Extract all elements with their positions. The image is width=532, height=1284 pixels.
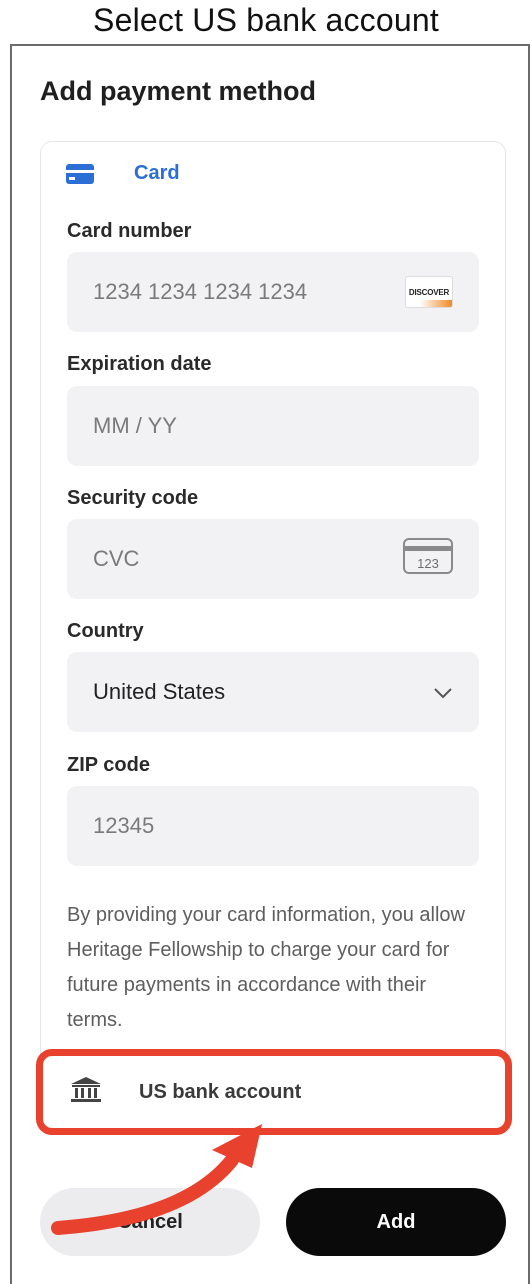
add-button[interactable]: Add <box>286 1188 506 1256</box>
consent-text: By providing your card information, you … <box>67 904 465 1031</box>
us-bank-account-label: US bank account <box>139 1080 302 1103</box>
security-code-input[interactable]: CVC 123 <box>67 519 479 599</box>
expiration-date-label: Expiration date <box>67 353 212 375</box>
tab-card-label: Card <box>134 162 180 184</box>
tab-card[interactable]: Card <box>66 162 180 185</box>
security-code-label: Security code <box>67 487 199 509</box>
tutorial-caption: Select US bank account <box>93 2 439 38</box>
card-number-input[interactable]: 1234 1234 1234 1234 DISCOVER <box>67 252 479 332</box>
card-number-placeholder: 1234 1234 1234 1234 <box>93 279 308 304</box>
zip-code-placeholder: 12345 <box>93 813 155 838</box>
modal-title: Add payment method <box>40 76 317 106</box>
chevron-down-icon <box>433 679 453 705</box>
card-number-label: Card number <box>67 220 192 242</box>
cancel-button[interactable]: Cancel <box>40 1188 260 1256</box>
expiration-date-placeholder: MM / YY <box>93 413 177 438</box>
zip-code-input[interactable]: 12345 <box>67 786 479 866</box>
us-bank-account-option[interactable]: US bank account <box>36 1049 512 1135</box>
cvc-card-icon: 123 <box>403 538 453 580</box>
credit-card-icon <box>66 163 94 184</box>
country-label: Country <box>67 620 144 642</box>
country-select[interactable]: United States <box>67 652 479 732</box>
country-value: United States <box>93 679 226 704</box>
expiration-date-input[interactable]: MM / YY <box>67 386 479 466</box>
zip-code-label: ZIP code <box>67 754 150 776</box>
discover-logo-icon: DISCOVER <box>405 276 453 308</box>
security-code-placeholder: CVC <box>93 546 140 571</box>
cvc-icon-text: 123 <box>417 556 439 571</box>
bank-icon <box>71 1076 101 1108</box>
